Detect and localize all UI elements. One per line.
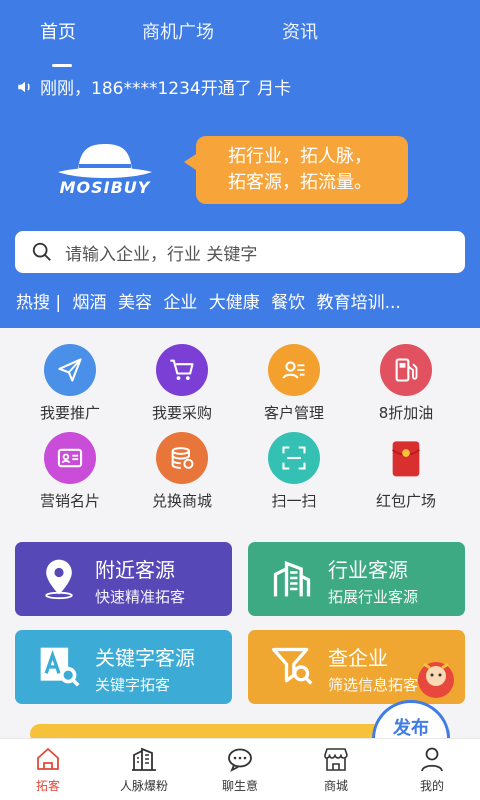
card-subtitle: 筛选信息拓客 — [328, 676, 419, 694]
bottom-nav: 拓客 人脉爆粉 聊生意 商城 我的 — [0, 738, 480, 800]
nav-tuoke[interactable]: 拓客 — [0, 745, 96, 794]
search-icon — [32, 242, 51, 261]
nav-label: 我的 — [419, 779, 444, 793]
scan-icon — [282, 446, 306, 470]
paper-plane-icon — [58, 358, 82, 382]
nav-label: 人脉爆粉 — [119, 779, 168, 793]
grid-item-business-card[interactable]: 营销名片 — [15, 432, 125, 511]
nav-label: 商城 — [323, 779, 348, 793]
hot-item-beauty[interactable]: 美容 — [118, 293, 152, 313]
notice-bar: 刚刚，186****1234开通了 月卡 — [16, 74, 291, 99]
home-icon — [37, 748, 59, 770]
header-banner: 首页 商机广场 资讯 刚刚，186****1234开通了 月卡 MOSIBUY … — [0, 0, 480, 328]
nav-mine[interactable]: 我的 — [384, 745, 480, 794]
hot-item-health[interactable]: 大健康 — [209, 293, 260, 313]
grid-item-scan[interactable]: 扫一扫 — [239, 432, 349, 511]
fuel-pump-icon — [395, 358, 418, 382]
grid-item-fuel-discount[interactable]: 8折加油 — [351, 344, 461, 423]
speaker-icon — [18, 81, 30, 92]
grid-label: 我要推广 — [39, 404, 100, 422]
grid-label: 我要采购 — [151, 404, 212, 422]
grid-item-promote[interactable]: 我要推广 — [15, 344, 125, 423]
hot-item-education[interactable]: 教育培训... — [317, 293, 401, 313]
grid-item-exchange-mall[interactable]: 兑换商城 — [127, 432, 237, 511]
mascot-icon — [418, 662, 454, 698]
customer-card-icon — [282, 361, 305, 379]
mosibuy-logo: MOSIBUY — [50, 138, 160, 204]
coin-stack-icon — [171, 447, 194, 469]
logo-text: MOSIBUY — [59, 178, 151, 197]
hot-search-row: 热搜 | 烟酒 美容 企业 大健康 餐饮 教育培训... — [16, 288, 407, 313]
nav-chat-business[interactable]: 聊生意 — [192, 745, 288, 794]
grid-label: 客户管理 — [263, 404, 324, 422]
shopping-cart-icon — [170, 359, 194, 381]
card-title: 行业客源 — [328, 558, 408, 582]
nav-shop[interactable]: 商城 — [288, 745, 384, 794]
building-icon — [132, 747, 156, 771]
grid-label: 兑换商城 — [151, 492, 212, 510]
nav-label: 拓客 — [35, 779, 60, 793]
card-title: 附近客源 — [95, 558, 175, 582]
notice-text: 刚刚，186****1234开通了 月卡 — [40, 79, 292, 99]
hot-search-label: 热搜 | — [16, 293, 62, 313]
card-subtitle: 快速精准拓客 — [95, 588, 186, 606]
location-pin-icon — [45, 559, 73, 600]
hot-item-catering[interactable]: 餐饮 — [271, 293, 305, 313]
slogan-line-1: 拓行业，拓人脉， — [228, 146, 372, 167]
grid-item-purchase[interactable]: 我要采购 — [127, 344, 237, 423]
filter-search-icon — [272, 647, 313, 685]
card-subtitle: 关键字拓客 — [95, 676, 171, 694]
keyword-search-icon — [40, 647, 80, 687]
buildings-icon — [273, 560, 311, 597]
card-subtitle: 拓展行业客源 — [328, 588, 419, 606]
slogan-line-2: 拓客源，拓流量。 — [228, 172, 372, 193]
grid-label: 扫一扫 — [271, 492, 317, 510]
card-title: 关键字客源 — [95, 646, 195, 670]
hat-icon — [58, 144, 152, 178]
grid-item-customer-management[interactable]: 客户管理 — [239, 344, 349, 423]
hot-item-tobacco-wine[interactable]: 烟酒 — [73, 293, 107, 313]
hot-item-enterprise[interactable]: 企业 — [163, 293, 197, 313]
card-title: 查企业 — [328, 646, 388, 670]
slogan-bubble: 拓行业，拓人脉， 拓客源，拓流量。 — [184, 136, 408, 204]
grid-item-red-envelope[interactable]: 红包广场 — [351, 432, 461, 511]
nav-contacts[interactable]: 人脉爆粉 — [96, 745, 192, 794]
chat-bubble-icon — [228, 748, 252, 772]
top-tabs: 首页 商机广场 资讯 — [0, 18, 480, 67]
tab-active-indicator — [52, 64, 72, 67]
card-industry-customers[interactable]: 行业客源 拓展行业客源 — [248, 542, 465, 616]
shop-icon — [324, 748, 348, 771]
tab-business-square[interactable]: 商机广场 — [142, 18, 214, 44]
tab-news[interactable]: 资讯 — [282, 18, 318, 44]
search-bar[interactable]: 请输入企业，行业 关键字 — [15, 231, 465, 273]
user-icon — [421, 747, 443, 772]
search-placeholder: 请输入企业，行业 关键字 — [65, 244, 258, 265]
grid-label: 8折加油 — [378, 404, 434, 422]
card-nearby-customers[interactable]: 附近客源 快速精准拓客 — [15, 542, 232, 616]
nav-label: 聊生意 — [221, 779, 258, 793]
tab-home[interactable]: 首页 — [40, 18, 76, 44]
card-keyword-customers[interactable]: 关键字客源 关键字拓客 — [15, 630, 232, 704]
red-envelope-icon — [391, 441, 421, 477]
grid-label: 营销名片 — [39, 492, 100, 510]
business-card-icon — [57, 448, 83, 468]
grid-label: 红包广场 — [375, 492, 436, 510]
